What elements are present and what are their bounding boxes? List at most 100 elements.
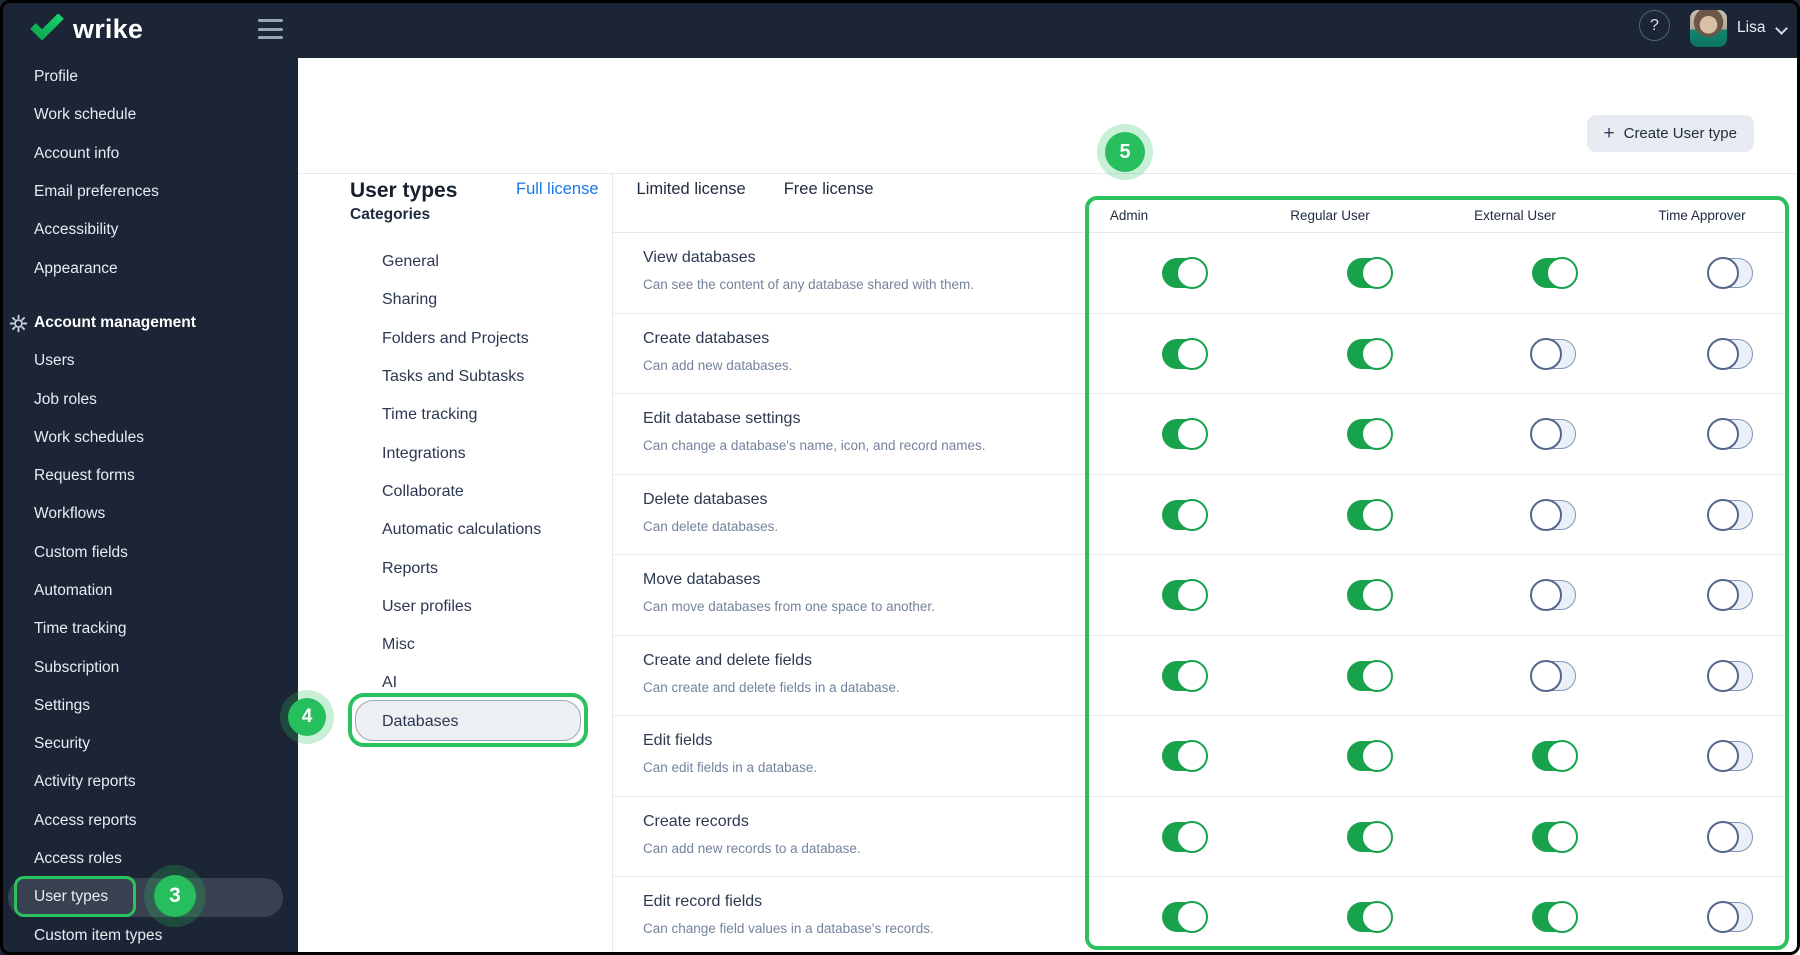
permissions-table: View databases Can see the content of any…	[612, 232, 1789, 955]
sidebar-item-activity-reports[interactable]: Activity reports	[0, 763, 298, 801]
permission-title: Delete databases	[643, 490, 768, 508]
toggle-regular-user-create-records[interactable]	[1347, 820, 1393, 853]
sidebar-item-access-reports[interactable]: Access reports	[0, 802, 298, 840]
sidebar-item-automation[interactable]: Automation	[0, 572, 298, 610]
toggle-knob	[1176, 418, 1208, 450]
category-item-sharing[interactable]: Sharing	[382, 281, 602, 319]
toggle-external-user-edit-record-fields[interactable]	[1532, 901, 1578, 933]
category-item-automatic-calculations[interactable]: Automatic calculations	[382, 511, 602, 549]
toggle-time-approver-edit-fields[interactable]	[1707, 740, 1753, 772]
tab-limited-license[interactable]: Limited license	[637, 180, 746, 199]
category-item-collaborate[interactable]: Collaborate	[382, 473, 602, 511]
hamburger-menu-icon[interactable]	[258, 19, 283, 39]
sidebar-item-account-management[interactable]: Account management	[0, 304, 298, 342]
toggle-time-approver-view-databases[interactable]	[1707, 257, 1753, 289]
toggle-knob	[1361, 579, 1393, 611]
toggle-external-user-create-databases[interactable]	[1530, 337, 1576, 370]
sidebar-item-users[interactable]: Users	[0, 342, 298, 380]
toggle-admin-view-databases[interactable]	[1162, 257, 1208, 289]
toggle-admin-create-records[interactable]	[1162, 820, 1208, 853]
help-icon[interactable]: ?	[1639, 10, 1670, 41]
wrike-check-icon	[30, 13, 64, 45]
toggle-external-user-delete-databases[interactable]	[1530, 498, 1576, 531]
sidebar-item-work-schedule[interactable]: Work schedule	[0, 96, 298, 134]
sidebar-item-subscription[interactable]: Subscription	[0, 648, 298, 686]
main-content: User types Full license Limited license Fr…	[298, 58, 1800, 955]
category-item-time-tracking[interactable]: Time tracking	[382, 396, 602, 434]
toggle-regular-user-edit-record-fields[interactable]	[1347, 901, 1393, 933]
toggle-regular-user-edit-fields[interactable]	[1347, 740, 1393, 772]
sidebar-item-access-roles[interactable]: Access roles	[0, 840, 298, 878]
category-item-label: General	[382, 253, 439, 271]
toggle-external-user-move-databases[interactable]	[1530, 579, 1576, 611]
sidebar-item-email-preferences[interactable]: Email preferences	[0, 173, 298, 211]
category-item-databases[interactable]: Databases	[348, 692, 602, 747]
toggle-regular-user-create-and-delete-fields[interactable]	[1347, 659, 1393, 692]
tab-free-license[interactable]: Free license	[784, 180, 874, 199]
sidebar-item-user-types[interactable]: User types 3	[8, 865, 283, 928]
toggle-external-user-edit-fields[interactable]	[1532, 740, 1578, 772]
toggle-admin-create-databases[interactable]	[1162, 337, 1208, 370]
toggle-regular-user-create-databases[interactable]	[1347, 337, 1393, 370]
user-menu[interactable]: Lisa	[1737, 19, 1765, 37]
toggle-regular-user-edit-database-settings[interactable]	[1347, 418, 1393, 450]
toggle-admin-edit-database-settings[interactable]	[1162, 418, 1208, 450]
sidebar-item-job-roles[interactable]: Job roles	[0, 380, 298, 418]
tab-full-license[interactable]: Full license	[516, 180, 599, 199]
toggle-admin-edit-fields[interactable]	[1162, 740, 1208, 772]
user-avatar[interactable]	[1690, 10, 1727, 47]
toggle-knob	[1707, 740, 1739, 772]
toggle-admin-create-and-delete-fields[interactable]	[1162, 659, 1208, 692]
sidebar-item-custom-fields[interactable]: Custom fields	[0, 534, 298, 572]
sidebar-item-settings[interactable]: Settings	[0, 687, 298, 725]
sidebar-item-time-tracking[interactable]: Time tracking	[0, 610, 298, 648]
toggle-regular-user-move-databases[interactable]	[1347, 579, 1393, 611]
sidebar-item-workflows[interactable]: Workflows	[0, 495, 298, 533]
category-item-label: Databases	[382, 712, 459, 730]
sidebar-item-label: Access reports	[34, 811, 137, 829]
toggle-admin-delete-databases[interactable]	[1162, 498, 1208, 531]
toggle-external-user-view-databases[interactable]	[1532, 257, 1578, 289]
toggle-time-approver-move-databases[interactable]	[1707, 579, 1753, 611]
toggle-regular-user-view-databases[interactable]	[1347, 257, 1393, 289]
sidebar-item-request-forms[interactable]: Request forms	[0, 457, 298, 495]
chevron-down-icon[interactable]	[1775, 22, 1788, 35]
toggle-time-approver-edit-database-settings[interactable]	[1707, 418, 1753, 450]
sidebar-item-work-schedules[interactable]: Work schedules	[0, 419, 298, 457]
toggle-knob	[1707, 418, 1739, 450]
category-item-reports[interactable]: Reports	[382, 549, 602, 587]
toggle-knob	[1176, 659, 1208, 692]
sidebar-item-security[interactable]: Security	[0, 725, 298, 763]
toggle-time-approver-edit-record-fields[interactable]	[1707, 901, 1753, 933]
category-item-label: Time tracking	[382, 406, 478, 424]
toggle-admin-move-databases[interactable]	[1162, 579, 1208, 611]
toggle-knob	[1361, 901, 1393, 933]
app-window: wrike ? Lisa Profile Work schedule Account…	[0, 0, 1800, 955]
wrike-logo[interactable]: wrike	[30, 13, 143, 45]
sidebar-item-account-info[interactable]: Account info	[0, 135, 298, 173]
toggle-time-approver-create-records[interactable]	[1707, 820, 1753, 853]
sidebar-item-profile[interactable]: Profile	[0, 58, 298, 96]
sidebar-item-label: Subscription	[34, 658, 120, 676]
toggle-regular-user-delete-databases[interactable]	[1347, 498, 1393, 531]
category-item-ai[interactable]: AI	[382, 664, 602, 702]
toggle-time-approver-create-and-delete-fields[interactable]	[1707, 659, 1753, 692]
create-user-type-button[interactable]: + Create User type	[1586, 115, 1754, 152]
permission-row-edit-database-settings: Edit database settings Can change a datab…	[612, 394, 1789, 475]
toggle-external-user-create-records[interactable]	[1532, 820, 1578, 853]
category-item-tasks-and-subtasks[interactable]: Tasks and Subtasks	[382, 358, 602, 396]
toggle-external-user-create-and-delete-fields[interactable]	[1530, 659, 1576, 692]
toggle-time-approver-delete-databases[interactable]	[1707, 498, 1753, 531]
toggle-external-user-edit-database-settings[interactable]	[1530, 418, 1576, 450]
toggle-time-approver-create-databases[interactable]	[1707, 337, 1753, 370]
category-item-folders-and-projects[interactable]: Folders and Projects	[382, 320, 602, 358]
sidebar-item-appearance[interactable]: Appearance	[0, 249, 298, 287]
toggle-admin-edit-record-fields[interactable]	[1162, 901, 1208, 933]
toggle-knob	[1361, 820, 1393, 853]
category-item-misc[interactable]: Misc	[382, 626, 602, 664]
sidebar-item-accessibility[interactable]: Accessibility	[0, 211, 298, 249]
category-item-user-profiles[interactable]: User profiles	[382, 588, 602, 626]
category-item-integrations[interactable]: Integrations	[382, 434, 602, 472]
category-item-general[interactable]: General	[382, 243, 602, 281]
sidebar-item-custom-item-types[interactable]: Custom item types	[0, 917, 298, 955]
